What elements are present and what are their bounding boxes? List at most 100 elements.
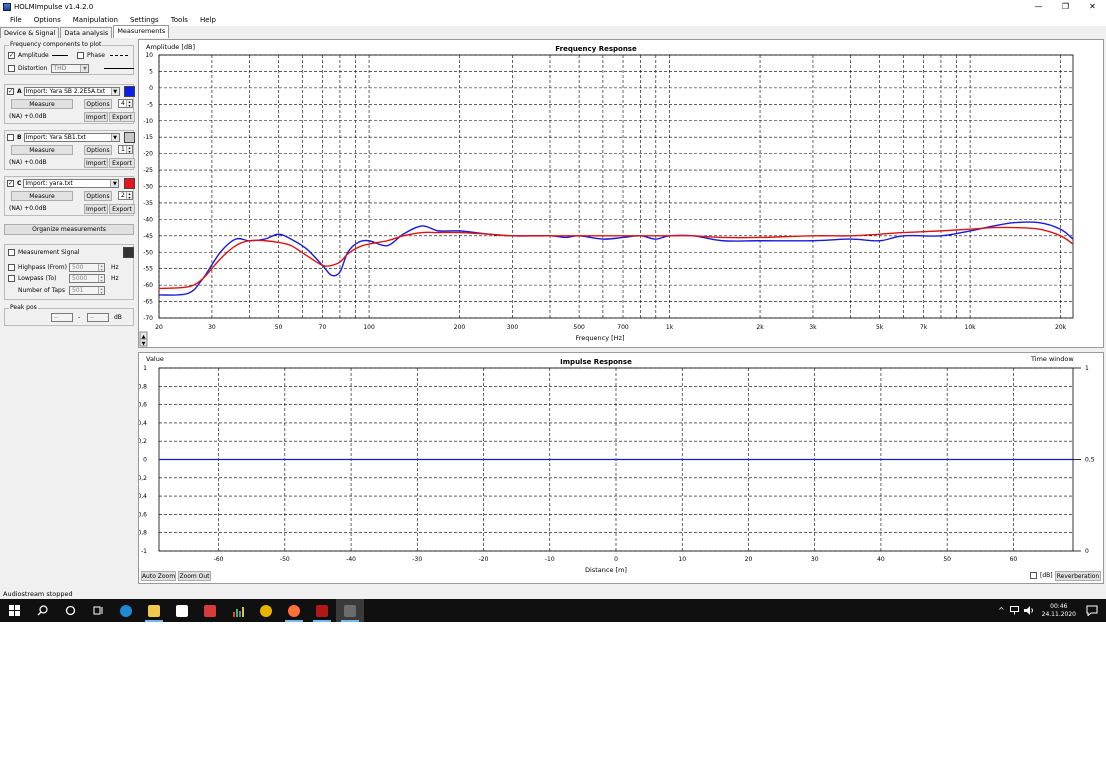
measurement-signal-group: Measurement Signal Highpass (From) 500 ▴ ▾… (4, 244, 134, 300)
taskbar-darkred-app[interactable] (308, 599, 336, 622)
taskbar-search-button[interactable] (28, 599, 56, 622)
impulse-response-chart[interactable]: Value Time window Impulse Response 1 0,8 0,6 0… (135, 353, 1103, 583)
channel-c-options-button[interactable]: Options (84, 191, 112, 201)
auto-zoom-button[interactable]: Auto Zoom (141, 571, 176, 581)
channel-c-checkbox[interactable]: ✓ (7, 180, 14, 187)
channel-c-color-swatch[interactable] (124, 178, 135, 189)
channel-a-options-button[interactable]: Options (84, 99, 112, 109)
volume-icon[interactable] (1023, 606, 1034, 615)
start-button[interactable] (0, 599, 28, 622)
channel-c-export-button[interactable]: Export (109, 204, 135, 214)
highpass-option[interactable]: Highpass (From) (8, 264, 67, 271)
taskbar-explorer[interactable] (140, 599, 168, 622)
menu-settings[interactable]: Settings (130, 16, 159, 24)
channel-a-group: ✓ A Import: Yara SB 2.2E5A.txt ▼ Measure… (4, 84, 135, 124)
tab-data-analysis[interactable]: Data analysis (60, 27, 113, 38)
lowpass-spinner[interactable]: 5000 ▴ ▾ (69, 274, 105, 283)
cortana-button[interactable] (56, 599, 84, 622)
channel-b-count-spinner[interactable]: 1 ▴ ▾ (118, 145, 133, 154)
taskbar-edge[interactable] (112, 599, 140, 622)
distortion-label: Distortion (18, 65, 48, 72)
channel-c-file-select[interactable]: Import: yara.txt ▼ (23, 179, 120, 188)
highpass-checkbox[interactable] (8, 264, 15, 271)
channel-b-import-button[interactable]: Import (84, 158, 108, 168)
peak-from-input[interactable]: -- (51, 313, 73, 322)
lowpass-option[interactable]: Lowpass (To) (8, 275, 56, 282)
time-window-label: Time window (1030, 355, 1074, 363)
reverberation-button[interactable]: Reverberation (1055, 571, 1101, 581)
frequency-response-chart[interactable]: Amplitude [dB] Frequency Response1050-5-1… (139, 40, 1103, 347)
clock-date: 24.11.2020 (1041, 610, 1076, 618)
channel-b-export-button[interactable]: Export (109, 158, 135, 168)
channel-b-options-button[interactable]: Options (84, 145, 112, 155)
taps-spinner[interactable]: 501 ▴ ▾ (69, 286, 105, 295)
distortion-option[interactable]: Distortion THD ▼ (8, 64, 135, 73)
freq-y-tick-label: -20 (143, 151, 153, 158)
channel-a-checkbox[interactable]: ✓ (7, 88, 14, 95)
minimize-button[interactable]: — (1025, 0, 1052, 13)
darkred-app-icon (316, 604, 328, 617)
measurement-signal-color-swatch[interactable] (123, 247, 134, 258)
tab-device-signal[interactable]: Device & Signal (0, 27, 60, 38)
taskbar-holmimpulse[interactable] (336, 599, 364, 622)
phase-option[interactable]: Phase (77, 52, 128, 59)
channel-a-import-button[interactable]: Import (84, 112, 108, 122)
taskbar-firefox[interactable] (280, 599, 308, 622)
channel-b-file-select[interactable]: Import: Yara SB1.txt ▼ (23, 133, 120, 142)
menu-file[interactable]: File (10, 16, 22, 24)
channel-a-measure-button[interactable]: Measure (11, 99, 73, 109)
taskbar-red-app[interactable] (196, 599, 224, 622)
channel-c-measure-button[interactable]: Measure (11, 191, 73, 201)
menu-tools[interactable]: Tools (171, 16, 188, 24)
clock[interactable]: 00:46 24.11.2020 (1042, 603, 1076, 619)
amplitude-checkbox[interactable]: ✓ (8, 52, 15, 59)
tab-measurements[interactable]: Measurements (113, 25, 170, 38)
left-control-panel: Frequency components to plot ✓ Amplitude… (2, 38, 136, 590)
organize-measurements-button[interactable]: Organize measurements (4, 224, 134, 235)
taskbar-yellow-app[interactable] (252, 599, 280, 622)
imp-x-tick-label: -40 (346, 556, 356, 563)
channel-b-measure-button[interactable]: Measure (11, 145, 73, 155)
channel-c-import-button[interactable]: Import (84, 204, 108, 214)
menu-manipulation[interactable]: Manipulation (73, 16, 118, 24)
close-button[interactable]: ✕ (1079, 0, 1106, 13)
freq-x-tick-label: 30 (208, 324, 216, 331)
task-view-button[interactable] (84, 599, 112, 622)
chevron-up-icon[interactable]: ^ (998, 606, 1005, 615)
phase-checkbox[interactable] (77, 52, 84, 59)
channel-a-letter: A (17, 88, 22, 95)
db-option[interactable]: [dB] (1030, 572, 1053, 579)
channel-a-export-button[interactable]: Export (109, 112, 135, 122)
menu-help[interactable]: Help (200, 16, 216, 24)
amplitude-option[interactable]: ✓ Amplitude (8, 52, 68, 59)
channel-b-checkbox[interactable] (7, 134, 14, 141)
lowpass-checkbox[interactable] (8, 275, 15, 282)
channel-a-color-swatch[interactable] (124, 86, 135, 97)
distortion-select[interactable]: THD ▼ (51, 64, 90, 73)
db-checkbox[interactable] (1030, 572, 1037, 579)
channel-a-file-select[interactable]: Import: Yara SB 2.2E5A.txt ▼ (23, 87, 120, 96)
network-icon[interactable] (1009, 606, 1020, 615)
channel-c-count-spinner[interactable]: 2 ▴ ▾ (118, 191, 133, 200)
measurement-signal-option[interactable]: Measurement Signal (8, 249, 80, 256)
notification-icon[interactable] (1086, 605, 1098, 616)
measurement-signal-checkbox[interactable] (8, 249, 15, 256)
imp-y-tick-label: -0,8 (139, 530, 147, 537)
distortion-checkbox[interactable] (8, 65, 15, 72)
freq-y-tick-label: -30 (143, 184, 153, 191)
lowpass-label: Lowpass (To) (18, 275, 57, 282)
taskbar-bars-app[interactable] (224, 599, 252, 622)
peak-to-input[interactable]: -- (87, 313, 109, 322)
menu-options[interactable]: Options (34, 16, 61, 24)
taskbar-store[interactable] (168, 599, 196, 622)
freq-x-tick-label: 1k (666, 324, 674, 331)
imp-x-tick-label: 30 (811, 556, 819, 563)
freq-y-tick-label: -65 (143, 299, 153, 306)
channel-a-count-spinner[interactable]: 4 ▴ ▾ (118, 99, 133, 108)
highpass-spinner[interactable]: 500 ▴ ▾ (69, 263, 105, 272)
maximize-button[interactable]: ❐ (1052, 0, 1079, 13)
freq-y-tick-label: -40 (143, 216, 153, 223)
zoom-out-button[interactable]: Zoom Out (178, 571, 211, 581)
channel-b-color-swatch[interactable] (124, 132, 135, 143)
frequency-response-panel: Amplitude [dB] Frequency Response 10 5 0 -5 -1… (138, 39, 1104, 348)
